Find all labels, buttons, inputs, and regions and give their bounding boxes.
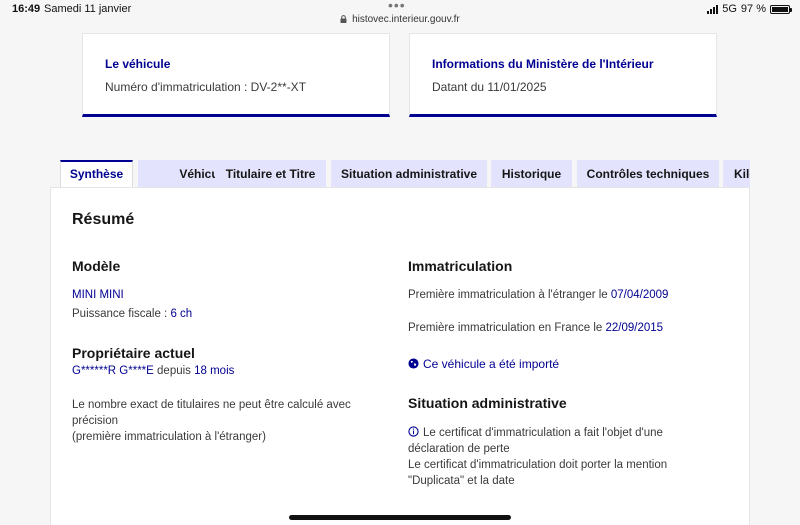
imported-text: Ce véhicule a été importé — [423, 357, 560, 371]
tab-kilometrage[interactable]: Kilométrage — [723, 160, 750, 188]
france-registration-label: Première immatriculation en France le — [408, 322, 606, 334]
lock-icon — [340, 15, 347, 23]
imported-info: Ce véhicule a été importé — [408, 356, 559, 372]
admin-line2: déclaration de perte — [408, 443, 510, 455]
url-text: histovec.interieur.gouv.fr — [352, 14, 460, 25]
owner-since-value: 18 mois — [194, 365, 235, 377]
admin-details: Le certificat d'immatriculation a fait l… — [408, 425, 738, 489]
tab-situation-administrative[interactable]: Situation administrative — [331, 160, 487, 188]
owner-heading: Propriétaire actuel — [72, 345, 195, 361]
france-registration: Première immatriculation en France le 22… — [408, 320, 663, 336]
network-label: 5G — [722, 3, 737, 15]
registration-heading: Immatriculation — [408, 258, 513, 274]
owner-since-label: depuis — [153, 365, 195, 377]
ministry-card-title: Informations du Ministère de l'Intérieur — [432, 57, 654, 71]
model-name: MINI MINI — [72, 289, 124, 301]
admin-line1-text: Le certificat d'immatriculation a fait l… — [423, 427, 663, 439]
foreign-registration-date: 07/04/2009 — [610, 289, 669, 301]
foreign-registration: Première immatriculation à l'étranger le… — [408, 287, 668, 303]
vehicle-card-title: Le véhicule — [105, 57, 171, 71]
owner-note-line3: (première immatriculation à l'étranger) — [72, 431, 266, 443]
tab-bar: Synthèse Véhicule Titulaire et Titre Sit… — [60, 160, 750, 188]
owner-note-line2: précision — [72, 415, 119, 427]
battery-level — [772, 6, 788, 12]
model-heading: Modèle — [72, 258, 121, 274]
tab-titulaire[interactable]: Titulaire et Titre — [215, 160, 326, 188]
signal-icon — [707, 4, 719, 14]
registration-number: Numéro d'immatriculation : DV-2**-XT — [105, 80, 307, 94]
admin-line3: Le certificat d'immatriculation doit por… — [408, 459, 668, 471]
admin-line4: "Duplicata" et la date — [408, 475, 515, 487]
fiscal-power: Puissance fiscale : 6 ch — [72, 306, 192, 322]
more-dots-icon[interactable]: ••• — [388, 0, 406, 13]
address-bar[interactable]: histovec.interieur.gouv.fr — [0, 14, 800, 25]
france-registration-date: 22/09/2015 — [605, 322, 664, 334]
tab-controles-techniques[interactable]: Contrôles techniques — [577, 160, 719, 188]
owner-name: G******R G****E — [72, 365, 154, 377]
admin-line1: Le certificat d'immatriculation a fait l… — [408, 425, 738, 441]
info-icon — [408, 426, 419, 437]
owner-note-line1: Le nombre exact de titulaires ne peut êt… — [72, 399, 351, 411]
owner-note: Le nombre exact de titulaires ne peut êt… — [72, 397, 392, 445]
ministry-card: Informations du Ministère de l'Intérieur… — [409, 33, 717, 117]
admin-heading: Situation administrative — [408, 395, 567, 411]
globe-icon — [408, 358, 419, 369]
tab-synthese[interactable]: Synthèse — [60, 160, 133, 188]
vehicle-card: Le véhicule Numéro d'immatriculation : D… — [82, 33, 390, 117]
fiscal-power-value: 6 ch — [170, 308, 193, 320]
owner-line: G******R G****E depuis 18 mois — [72, 363, 234, 379]
data-date: Datant du 11/01/2025 — [432, 80, 547, 94]
summary-title: Résumé — [72, 211, 135, 228]
battery-icon — [770, 4, 792, 14]
status-bar: 16:49 Samedi 11 janvier ••• histovec.int… — [0, 0, 800, 28]
battery-percent: 97 % — [740, 3, 766, 15]
status-indicators: 5G 97 % — [707, 3, 792, 15]
tab-historique[interactable]: Historique — [491, 160, 572, 188]
fiscal-power-label: Puissance fiscale : — [72, 308, 171, 320]
foreign-registration-label: Première immatriculation à l'étranger le — [408, 289, 611, 301]
home-indicator[interactable] — [289, 515, 511, 520]
